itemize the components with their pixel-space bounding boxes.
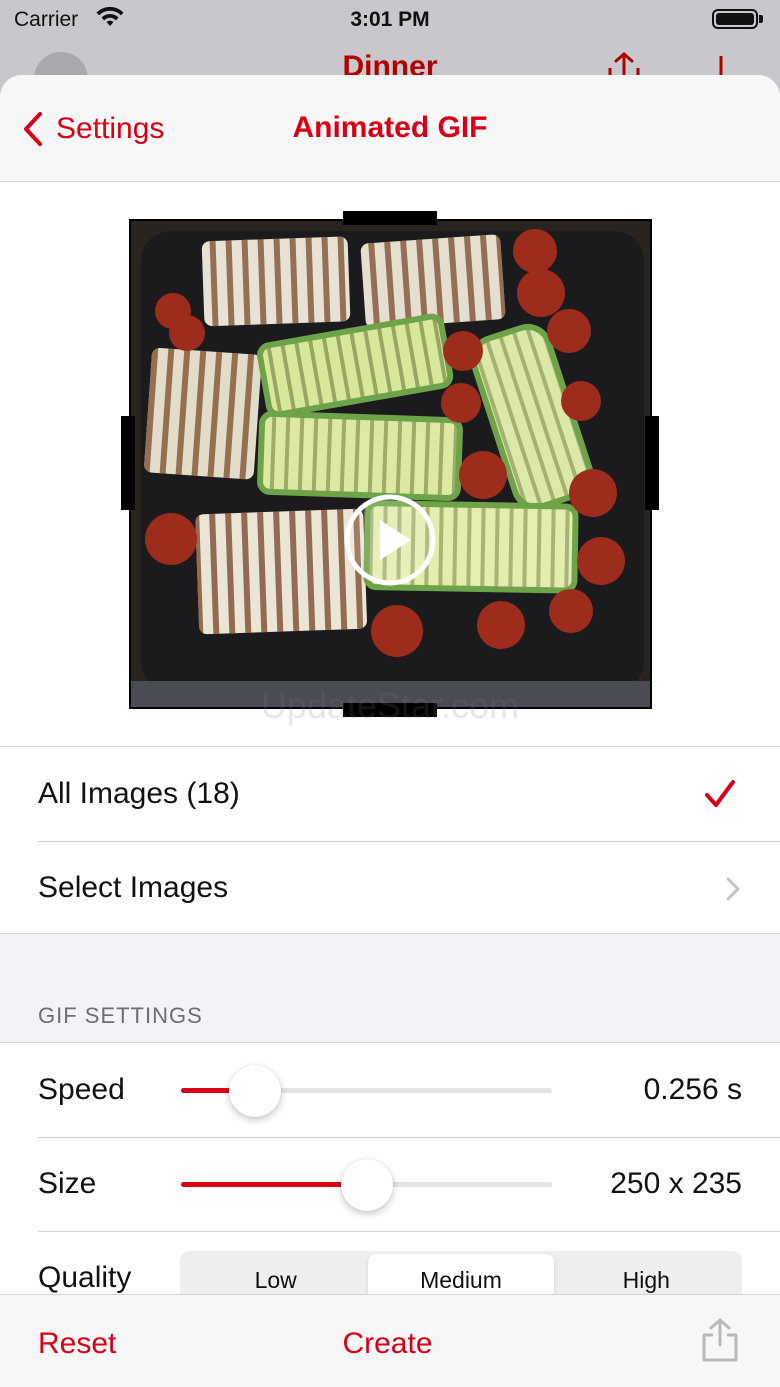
status-bar: Carrier 3:01 PM [0, 0, 780, 40]
select-images-label: Select Images [38, 871, 229, 904]
chevron-left-icon [24, 112, 42, 146]
speed-label: Speed [38, 1073, 125, 1106]
quality-label: Quality [38, 1261, 132, 1294]
navbar: Settings Animated GIF [0, 75, 780, 182]
clock: 3:01 PM [350, 8, 430, 31]
crop-handle-bottom[interactable] [343, 703, 437, 717]
crop-handle-left[interactable] [121, 416, 135, 510]
all-images-row[interactable]: All Images (18) [0, 747, 780, 841]
all-images-label: All Images (18) [38, 777, 240, 810]
battery-icon [712, 9, 758, 29]
bottom-toolbar: Reset Create [0, 1294, 780, 1387]
create-button[interactable]: Create [0, 1327, 775, 1361]
checkmark-icon [705, 780, 735, 807]
chevron-right-icon [726, 877, 740, 901]
crop-handle-top[interactable] [343, 211, 437, 225]
speed-slider-thumb[interactable] [229, 1065, 282, 1117]
size-row: Size 250 x 235 [0, 1137, 780, 1231]
back-button-label: Settings [56, 112, 165, 145]
size-slider-thumb[interactable] [340, 1159, 393, 1211]
grill-photo [131, 221, 650, 707]
select-images-row[interactable]: Select Images [0, 841, 780, 935]
size-label: Size [38, 1167, 97, 1200]
preview-image [129, 219, 652, 709]
speed-value: 0.256 s [643, 1073, 742, 1106]
animated-gif-sheet: Settings Animated GIF All Images (18) Se… [0, 75, 780, 1387]
size-slider-fill [181, 1182, 367, 1187]
gif-preview: UpdateStar.com [0, 182, 780, 746]
gif-settings-header: GIF SETTINGS [38, 1003, 203, 1028]
speed-row: Speed 0.256 s [0, 1043, 780, 1137]
crop-handle-right[interactable] [645, 416, 659, 510]
size-value: 250 x 235 [610, 1167, 742, 1200]
share-icon[interactable] [700, 1317, 740, 1363]
play-icon[interactable] [343, 493, 437, 587]
back-button[interactable]: Settings [22, 109, 164, 149]
image-selection-list: All Images (18) Select Images [0, 746, 780, 934]
